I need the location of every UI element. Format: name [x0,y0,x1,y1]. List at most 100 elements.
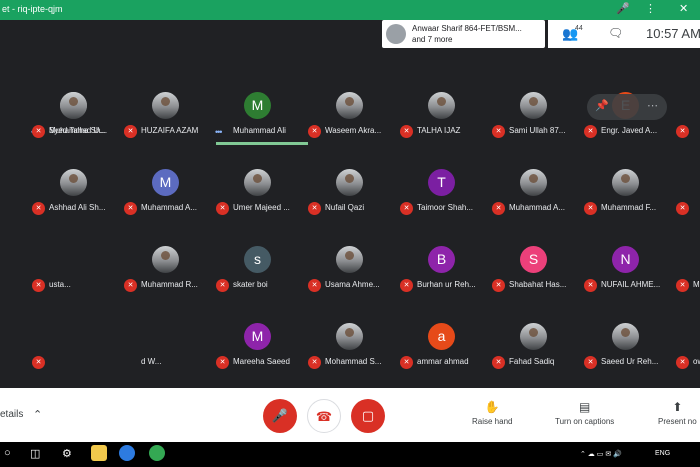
mic-muted-icon: ✕ [676,125,689,138]
start-icon[interactable]: ○ [4,447,11,459]
mic-muted-icon: ✕ [308,202,321,215]
participant-tile[interactable]: ✕ usta... [28,222,118,300]
raise-hand-button[interactable]: ✋ Raise hand [472,400,512,426]
participant-tile[interactable]: ✕ Usama Ahme... [304,222,394,300]
participant-tile[interactable]: M ••• Muhammad Ali [212,68,308,146]
edge-icon[interactable] [119,445,135,461]
participant-tile[interactable]: ✕ Sami Ullah 87... [488,68,578,146]
avatar [336,92,363,119]
participant-name: owais rasheed [693,357,700,366]
participant-name: Muhammad A... [141,203,198,212]
clock: 10:57 AM [646,26,700,41]
avatar [244,169,271,196]
participant-tile[interactable]: d W... [120,299,210,377]
participant-name: Mareeha Saeed [233,357,290,366]
participant-tile[interactable]: ✕ Ashhad Ali Sh... [28,145,118,223]
mic-muted-icon: ✕ [492,202,505,215]
participant-tile[interactable]: ✕ [672,68,700,146]
participant-tile[interactable]: T ✕ Taimoor Shah... [396,145,486,223]
participant-tile[interactable]: ✕ Muhammad F... [580,145,670,223]
participant-name: Syed Talha Sh... [49,126,108,135]
participant-tile[interactable]: ✕ TALHA IJAZ [396,68,486,146]
mic-muted-icon: ✕ [676,356,689,369]
participant-tile[interactable]: B ✕ Burhan ur Reh... [396,222,486,300]
participant-tile[interactable]: ✕ Saeed Ur Reh... [580,299,670,377]
chevron-up-icon[interactable]: ⌃ [33,408,42,421]
mic-muted-icon: ✕ [308,125,321,138]
close-icon[interactable]: ✕ [679,2,688,15]
call-end-icon[interactable]: ☎ [307,399,341,433]
mic-muted-icon: ✕ [124,125,137,138]
captions-button[interactable]: ▤ Turn on captions [555,400,614,426]
tray-icons[interactable]: ⌃ ☁ ▭ ✉ 🔊 [580,450,622,458]
share-bar-title: et - riq-ipte-qjm [2,4,63,14]
captions-icon: ▤ [578,400,591,414]
participant-tile[interactable]: N ✕ NUFAIL AHME... [580,222,670,300]
mic-muted-icon: ✕ [400,356,413,369]
participant-tile[interactable]: ✕ Mohammad S... [304,299,394,377]
participant-tile[interactable]: ✕ Fahad Sadiq [488,299,578,377]
avatar [336,323,363,350]
share-bar: et - riq-ipte-qjm 🎤 ⋮ ✕ [0,0,700,20]
participant-tile[interactable]: ✕ [28,299,118,377]
hand-icon: ✋ [484,400,500,414]
videocam-off-icon[interactable]: ▢ [351,399,385,433]
file-explorer-icon[interactable] [91,445,107,461]
participant-tile[interactable]: ✕ Waseem Akra... [304,68,394,146]
mic-muted-icon: ✕ [32,356,45,369]
participant-tile[interactable]: ✕ Muhammad A... [672,222,700,300]
more-vertical-icon[interactable]: ⋮ [645,2,656,15]
participant-count: 44 [575,25,583,32]
chrome-icon[interactable] [149,445,165,461]
mic-muted-icon: ✕ [400,202,413,215]
avatar: B [428,246,455,273]
meeting-details-button[interactable]: etails [0,409,23,420]
participant-tile[interactable]: ✕ [672,145,700,223]
participant-tile[interactable]: a ✕ ammar ahmad [396,299,486,377]
more-options-icon[interactable]: ⋯ [647,99,658,112]
participant-tile[interactable]: S ✕ Shabahat Has... [488,222,578,300]
participant-name: ammar ahmad [417,357,469,366]
avatar [60,92,87,119]
avatar: N [612,246,639,273]
participant-tile[interactable]: ✕ Muhammad R... [120,222,210,300]
tile-hover-actions: 📌 ⋯ [587,94,667,120]
mic-muted-icon: ✕ [124,202,137,215]
mic-muted-icon: ✕ [124,279,137,292]
participant-tile[interactable]: ✕ [120,68,210,146]
mic-muted-icon: ✕ [216,356,229,369]
participant-name: Engr. Javed A... [601,126,658,135]
participant-tile[interactable]: ✕ Muhammad A... [488,145,578,223]
participant-tile[interactable]: M ✕ Mareeha Saeed [212,299,302,377]
participant-name: Nufail Qazi [325,203,365,212]
mic-muted-icon: ✕ [216,202,229,215]
present-label: Present no [658,417,697,426]
control-bar: etails ⌃ 🎤 ☎ ▢ ✋ Raise hand ▤ Turn on ca… [0,388,700,442]
task-view-icon[interactable]: ◫ [30,447,40,460]
participant-tile[interactable]: o✕owais rasheed [672,299,700,377]
present-button[interactable]: ⬆ Present no [658,400,697,426]
avatar: a [428,323,455,350]
microphone-icon[interactable]: 🎤 [616,2,630,15]
mic-muted-icon: ✕ [308,356,321,369]
participant-name: Ashhad Ali Sh... [49,203,106,212]
join-notification[interactable]: Anwaar Sharif 864-FET/BSM... and 7 more [382,20,545,48]
avatar [152,246,179,273]
avatar: M [244,323,271,350]
language-indicator[interactable]: ENG [655,450,670,457]
participant-name: usta... [49,280,71,289]
participant-tile[interactable]: ✕ Umer Majeed ... [212,145,302,223]
participant-tile[interactable]: M ✕ Muhammad A... [120,145,210,223]
participant-name: Burhan ur Reh... [417,280,476,289]
participant-name: Fahad Sadiq [509,357,555,366]
participant-tile[interactable]: ✕ Nufail Qazi [304,145,394,223]
mic-off-icon[interactable]: 🎤 [263,399,297,433]
pin-icon[interactable]: 📌 [595,99,609,112]
chat-icon[interactable]: 🗨 [608,26,623,40]
top-right-panel: 👥 44 🗨 10:57 AM [548,20,700,48]
settings-icon[interactable]: ⚙ [62,447,72,460]
mic-muted-icon: ✕ [32,125,45,138]
mic-muted-icon: ✕ [400,279,413,292]
participant-tile[interactable]: s ✕ skater boi [212,222,302,300]
participant-tile[interactable]: ✕ Syed Talha Sh... [28,68,118,146]
